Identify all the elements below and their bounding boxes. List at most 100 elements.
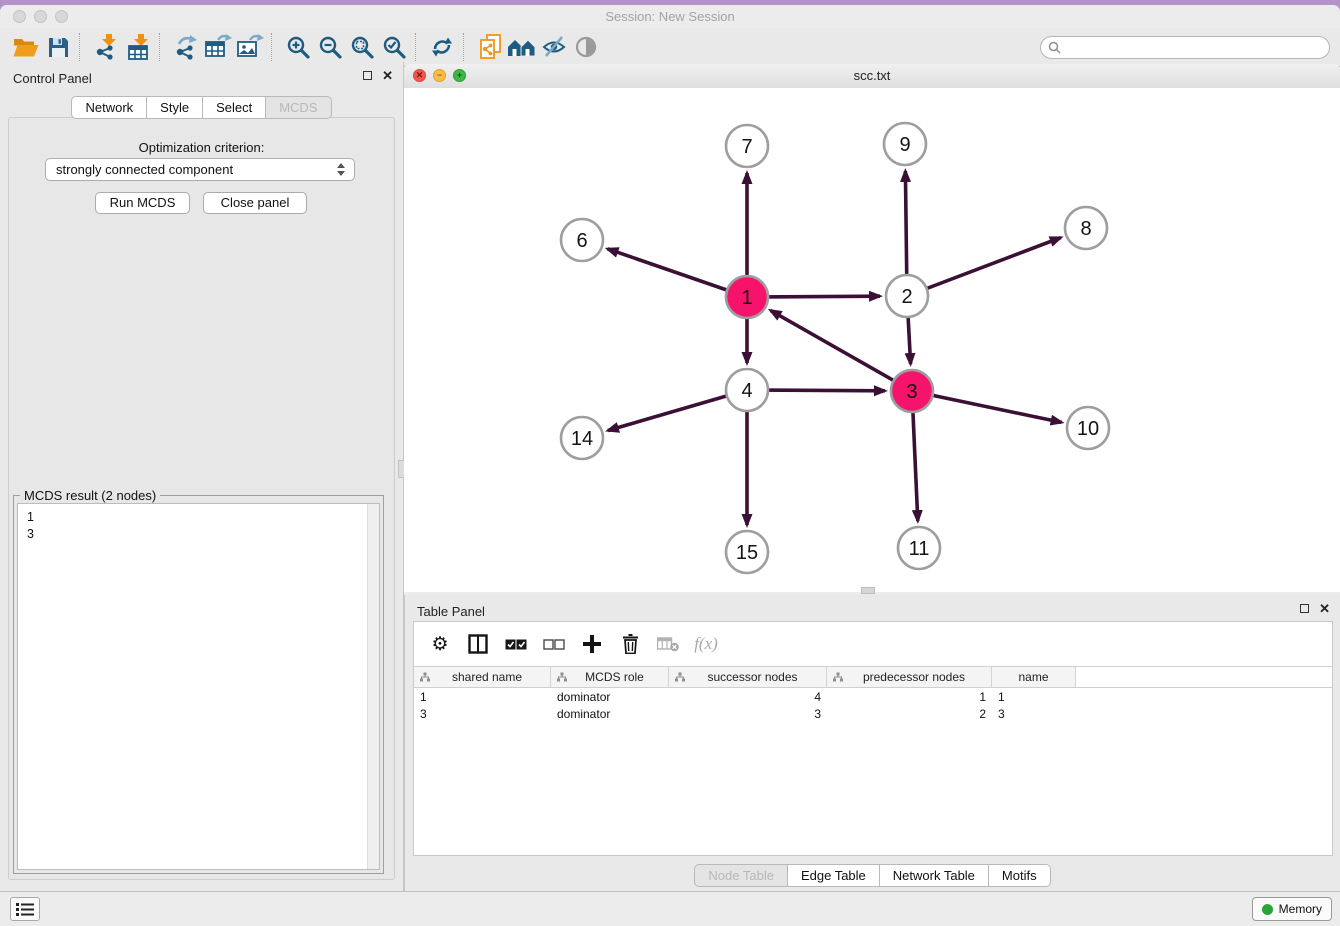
graph-node-6[interactable]: 6	[561, 219, 603, 261]
edge-2-to-8[interactable]	[907, 238, 1061, 296]
cell-shared-name[interactable]: 1	[414, 690, 551, 704]
graph-node-1[interactable]: 1	[726, 276, 768, 318]
cell-successor-nodes[interactable]: 3	[669, 707, 827, 721]
maximize-window-button[interactable]	[55, 10, 68, 23]
cell-mcds-role[interactable]: dominator	[551, 707, 669, 721]
export-image-icon[interactable]	[234, 32, 266, 62]
export-network-icon[interactable]	[170, 32, 202, 62]
show-columns-icon[interactable]	[464, 630, 492, 658]
node-label: 2	[901, 286, 912, 308]
refresh-view-icon[interactable]	[426, 32, 458, 62]
table-rows: 1dominator4113dominator323	[414, 688, 1332, 722]
network-canvas[interactable]: 7 9 6 8 1 2 4 3 14 10 15 11	[404, 88, 1340, 592]
tab-style[interactable]: Style	[147, 96, 203, 119]
graph-node-15[interactable]: 15	[726, 531, 768, 573]
table-toolbar: ⚙	[414, 622, 1332, 666]
save-session-icon[interactable]	[42, 32, 74, 62]
hide-selected-icon[interactable]	[538, 32, 570, 62]
graph-node-7[interactable]: 7	[726, 125, 768, 167]
node-label: 1	[741, 287, 752, 309]
table-options-gear-icon[interactable]: ⚙	[426, 630, 454, 658]
mcds-result-group: MCDS result (2 nodes) 13	[13, 495, 384, 874]
import-network-icon[interactable]	[90, 32, 122, 62]
open-session-icon[interactable]	[10, 32, 42, 62]
cell-successor-nodes[interactable]: 4	[669, 690, 827, 704]
edge-3-to-10[interactable]	[912, 391, 1062, 422]
title-bar: Session: New Session	[0, 5, 1340, 29]
node-label: 4	[741, 380, 752, 402]
cell-mcds-role[interactable]: dominator	[551, 690, 669, 704]
tab-motifs[interactable]: Motifs	[989, 864, 1051, 887]
select-all-icon[interactable]	[502, 630, 530, 658]
zoom-network-button[interactable]: +	[453, 69, 466, 82]
minimize-network-button[interactable]: −	[433, 69, 446, 82]
first-neighbors-icon[interactable]	[506, 32, 538, 62]
export-table-icon[interactable]	[202, 32, 234, 62]
graph-node-8[interactable]: 8	[1065, 207, 1107, 249]
graph-node-11[interactable]: 11	[898, 527, 940, 569]
add-column-icon[interactable]	[578, 630, 606, 658]
run-mcds-button[interactable]: Run MCDS	[95, 192, 190, 214]
tab-network[interactable]: Network	[71, 96, 147, 119]
close-window-button[interactable]	[13, 10, 26, 23]
cell-predecessor-nodes[interactable]: 2	[827, 707, 992, 721]
main-area: Control Panel ✕ NetworkStyleSelectMCDS O…	[0, 62, 1340, 892]
node-label: 14	[571, 428, 593, 450]
column-header-name[interactable]: name	[992, 667, 1076, 687]
delete-column-icon[interactable]	[616, 630, 644, 658]
status-bar: Memory	[0, 891, 1340, 926]
cell-shared-name[interactable]: 3	[414, 707, 551, 721]
zoom-selected-icon[interactable]	[378, 32, 410, 62]
toolbar-separator	[271, 33, 273, 61]
dropdown-stepper-icon	[337, 163, 345, 176]
close-table-panel-icon[interactable]: ✕	[1319, 603, 1330, 614]
graph-node-3[interactable]: 3	[891, 370, 933, 412]
tab-edge-table[interactable]: Edge Table	[788, 864, 880, 887]
close-network-button[interactable]: ✕	[413, 69, 426, 82]
mcds-result-lines: 13	[18, 504, 379, 548]
memory-label: Memory	[1279, 902, 1322, 916]
result-scrollbar[interactable]	[367, 504, 379, 869]
graph-node-14[interactable]: 14	[561, 417, 603, 459]
zoom-fit-icon[interactable]	[346, 32, 378, 62]
float-panel-icon[interactable]	[363, 71, 372, 80]
column-sort-icon	[675, 672, 685, 682]
close-panel-icon[interactable]: ✕	[382, 70, 393, 81]
cell-name[interactable]: 3	[992, 707, 1076, 721]
table-panel-buttons: ✕	[1300, 603, 1330, 614]
zoom-out-icon[interactable]	[314, 32, 346, 62]
cell-name[interactable]: 1	[992, 690, 1076, 704]
deselect-all-icon[interactable]	[540, 630, 568, 658]
graph-node-2[interactable]: 2	[886, 275, 928, 317]
import-table-icon[interactable]	[122, 32, 154, 62]
column-header-successor-nodes[interactable]: successor nodes	[669, 667, 827, 687]
tab-network-table[interactable]: Network Table	[880, 864, 989, 887]
close-panel-button[interactable]: Close panel	[203, 192, 307, 214]
edge-3-to-1[interactable]	[771, 310, 913, 391]
column-header-mcds-role[interactable]: MCDS role	[551, 667, 669, 687]
task-history-button[interactable]	[10, 897, 40, 921]
zoom-in-icon[interactable]	[282, 32, 314, 62]
column-sort-icon	[420, 672, 430, 682]
tab-node-table[interactable]: Node Table	[694, 864, 788, 887]
graph-node-9[interactable]: 9	[884, 123, 926, 165]
float-table-panel-icon[interactable]	[1300, 604, 1309, 613]
table-panel-title: Table Panel	[417, 604, 485, 619]
tab-select[interactable]: Select	[203, 96, 266, 119]
graph-node-10[interactable]: 10	[1067, 407, 1109, 449]
network-view-window: ✕ − + scc.txt 7 9 6 8 1 2 4 3 14 10 15 11	[404, 64, 1340, 592]
memory-button[interactable]: Memory	[1252, 897, 1332, 921]
tab-mcds[interactable]: MCDS	[266, 96, 331, 119]
search-input[interactable]	[1040, 36, 1330, 59]
node-label: 9	[899, 134, 910, 156]
search-icon	[1048, 41, 1061, 54]
clone-network-icon[interactable]	[474, 32, 506, 62]
column-header-shared-name[interactable]: shared name	[414, 667, 551, 687]
criterion-dropdown[interactable]: strongly connected component	[45, 158, 355, 181]
horizontal-splitter-handle[interactable]	[861, 587, 875, 594]
cell-predecessor-nodes[interactable]: 1	[827, 690, 992, 704]
minimize-window-button[interactable]	[34, 10, 47, 23]
column-header-predecessor-nodes[interactable]: predecessor nodes	[827, 667, 992, 687]
graph-node-4[interactable]: 4	[726, 369, 768, 411]
network-window-titlebar: ✕ − + scc.txt	[404, 64, 1340, 89]
